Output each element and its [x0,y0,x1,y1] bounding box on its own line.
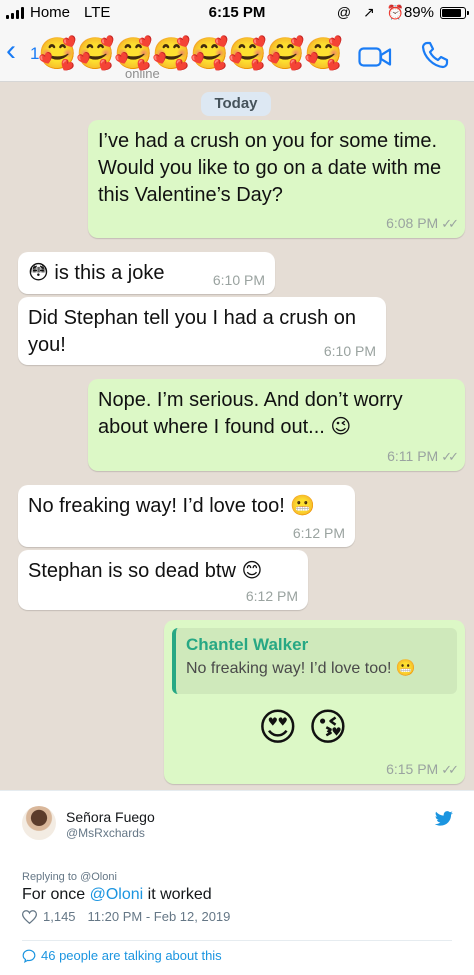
tweet-stats: 1,145 11:20 PM - Feb 12, 2019 [22,909,230,924]
message-time: 6:12 PM [292,525,345,541]
read-ticks-icon: ✓✓ [441,762,459,777]
read-ticks-icon: ✓✓ [441,216,459,231]
smiling-hearts-emoji: 🥰 [38,36,77,71]
avatar[interactable] [22,806,56,840]
conversation-link[interactable]: 46 people are talking about this [22,948,222,963]
tweet-text-part: it worked [143,886,212,903]
tweet-text-part: For once [22,886,90,903]
message-text: I’ve had a crush on you for some time. W… [98,130,442,206]
message-incoming[interactable]: Did Stephan tell you I had a crush on yo… [18,297,386,365]
message-meta: 6:08 PM ✓✓ [386,215,459,232]
tweet-card: Señora Fuego @MsRxchards Replying to @Ol… [0,790,474,975]
message-text: Did Stephan tell you I had a crush on yo… [28,307,356,356]
twitter-bird-icon[interactable] [434,811,454,827]
video-call-icon[interactable] [358,46,392,68]
message-time: 6:15 PM [386,761,439,777]
author-name[interactable]: Señora Fuego [66,809,155,825]
chat-header: ‹ 1 online 🥰 🥰 🥰 🥰 🥰 🥰 🥰 🥰 [0,26,474,82]
smiling-hearts-emoji: 🥰 [114,36,153,71]
back-chevron-icon[interactable]: ‹ [6,36,16,66]
message-time: 6:12 PM [245,588,298,604]
message-incoming[interactable]: No freaking way! I’d love too! 😬 6:12 PM [18,485,355,547]
message-meta: 6:11 PM ✓✓ [387,448,459,465]
quoted-reply[interactable]: Chantel Walker No freaking way! I’d love… [172,628,457,694]
quoted-text: No freaking way! I’d love too! 😬 [186,660,416,677]
speech-bubble-icon [22,949,36,963]
date-separator: Today [201,92,271,116]
message-time: 6:11 PM [387,448,439,464]
message-text: 😍 😘 [258,707,348,749]
message-time: 6:10 PM [323,343,376,359]
smiling-hearts-emoji: 🥰 [228,36,267,71]
battery-icon [440,7,469,19]
message-time: 6:08 PM [386,215,439,231]
smiling-hearts-emoji: 🥰 [266,36,305,71]
mention-link[interactable]: @Oloni [90,886,144,903]
status-bar: Home LTE 6:15 PM @ ↗ ⏰ 89% [0,0,474,26]
heart-icon[interactable] [22,909,37,924]
message-incoming[interactable]: Stephan is so dead btw 😊 6:12 PM [18,550,308,610]
tweet-timestamp[interactable]: 11:20 PM - Feb 12, 2019 [88,909,231,924]
message-text: 😳 is this a joke [28,262,165,284]
talking-count[interactable]: 46 people are talking about this [41,948,222,963]
like-count[interactable]: 1,145 [43,909,76,924]
smiling-hearts-emoji: 🥰 [76,36,115,71]
smiling-hearts-emoji: 🥰 [152,36,191,71]
chat-area[interactable]: Today I’ve had a crush on you for some t… [0,82,474,790]
divider [22,940,452,941]
read-ticks-icon: ✓✓ [441,449,459,464]
phone-icon[interactable] [420,40,450,70]
message-meta: 6:15 PM ✓✓ [386,761,459,778]
status-icons: @ ↗ ⏰ [336,4,408,20]
quoted-sender: Chantel Walker [186,635,309,654]
smiling-hearts-emoji: 🥰 [304,36,343,71]
message-time: 6:10 PM [212,272,265,288]
message-text: No freaking way! I’d love too! 😬 [28,495,316,517]
battery-percent: 89% [403,4,434,21]
message-incoming[interactable]: 😳 is this a joke 6:10 PM [18,252,275,294]
emoji-censor-overlay: 🥰 🥰 🥰 🥰 🥰 🥰 🥰 🥰 [38,36,343,72]
author-handle[interactable]: @MsRxchards [66,826,145,840]
message-outgoing[interactable]: Nope. I’m serious. And don’t worry about… [88,379,465,471]
message-text: Nope. I’m serious. And don’t worry about… [98,389,403,438]
message-outgoing-reply[interactable]: Chantel Walker No freaking way! I’d love… [164,620,465,784]
tweet-text: For once @Oloni it worked [22,886,212,904]
message-outgoing[interactable]: I’ve had a crush on you for some time. W… [88,120,465,238]
smiling-hearts-emoji: 🥰 [190,36,229,71]
message-text: Stephan is so dead btw 😊 [28,560,263,582]
replying-to: Replying to @Oloni [22,871,117,883]
